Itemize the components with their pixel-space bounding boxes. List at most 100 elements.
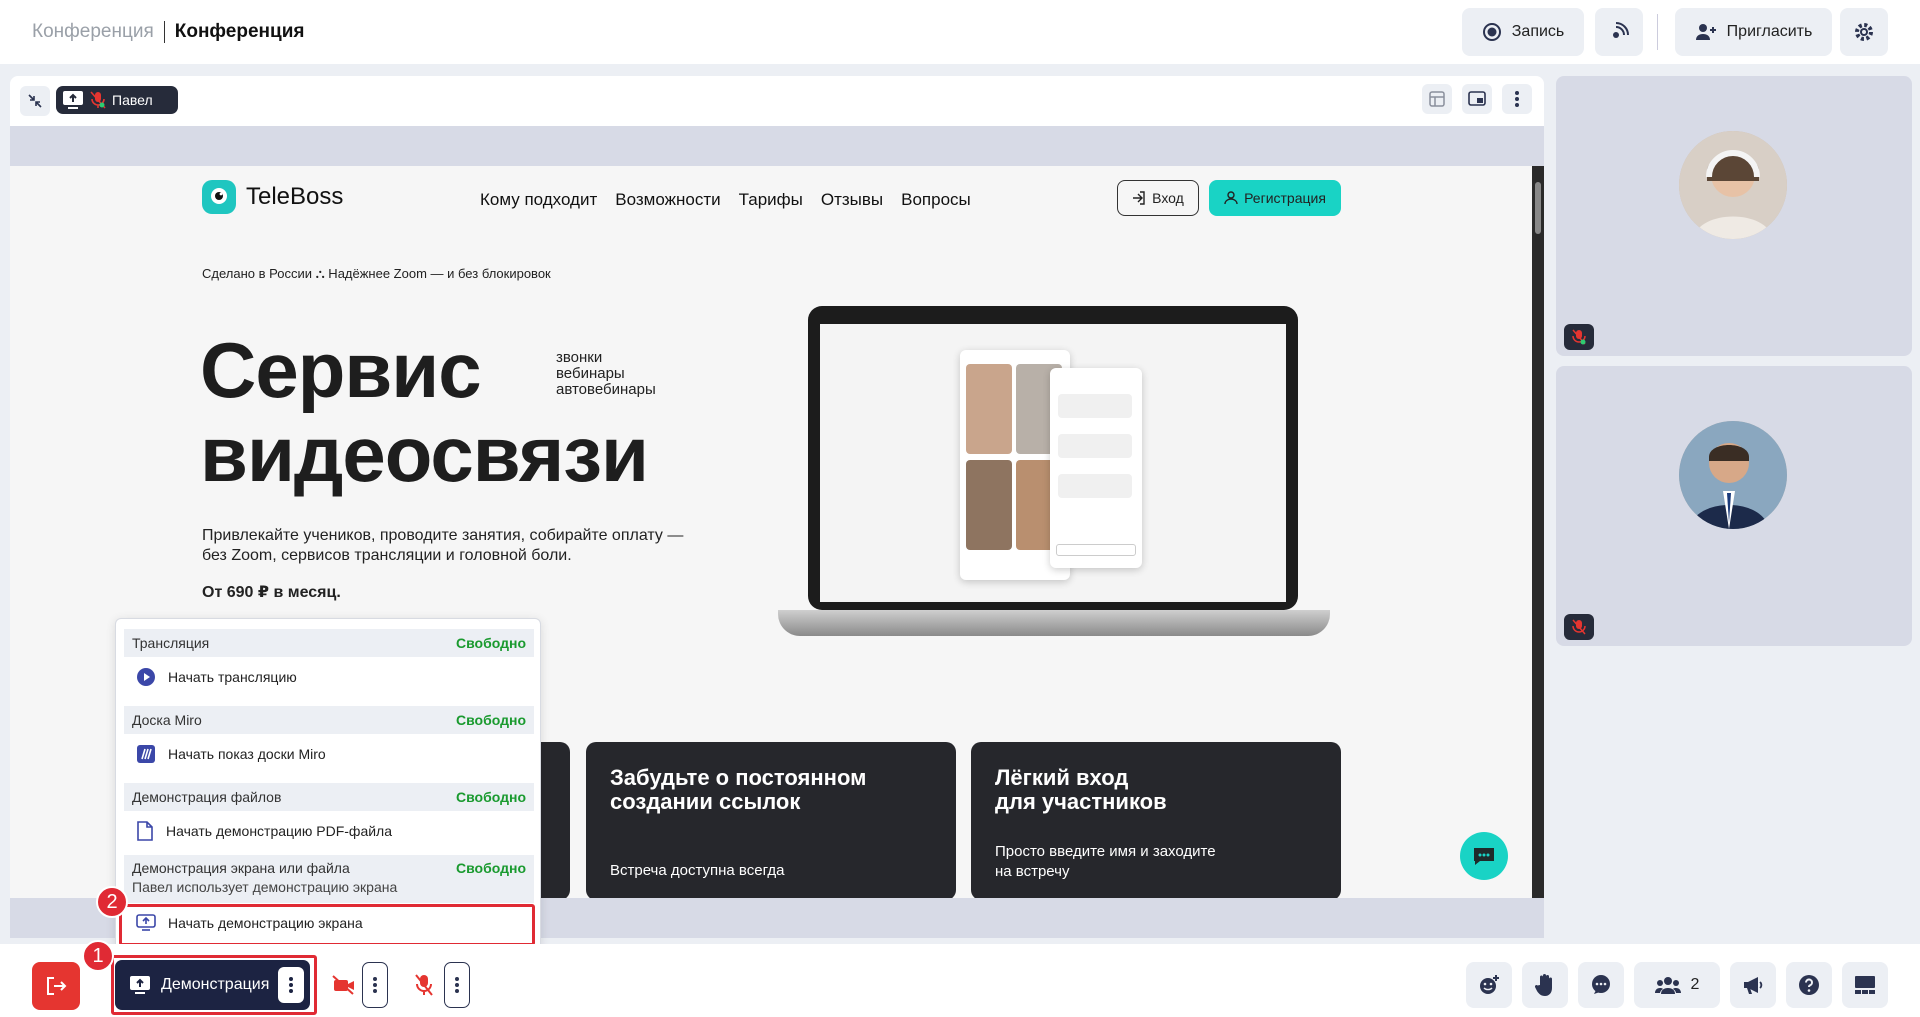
section-title: Доска Miro <box>132 712 202 728</box>
user-icon <box>1224 191 1238 205</box>
login-label: Вход <box>1152 190 1184 206</box>
teleboss-logo-icon <box>202 180 236 214</box>
menu-section-broadcast: Трансляция Свободно <box>124 629 534 657</box>
exit-icon <box>47 977 67 995</box>
help-icon <box>1799 975 1819 995</box>
start-pdf-item[interactable]: Начать демонстрацию PDF-файла <box>124 813 534 849</box>
header-divider <box>1657 14 1658 50</box>
start-broadcast-item[interactable]: Начать трансляцию <box>124 659 534 695</box>
feature-card-links: Забудьте о постоянном создании ссылок Вст… <box>586 742 956 898</box>
logo-text: TeleBoss <box>246 183 344 210</box>
raise-hand-button[interactable] <box>1522 962 1568 1008</box>
play-icon <box>137 668 155 686</box>
chat-button[interactable] <box>1578 962 1624 1008</box>
picture-in-picture-button[interactable] <box>1462 84 1492 114</box>
broadcast-icon <box>1613 22 1629 38</box>
highlight-demonstration-button <box>111 955 317 1015</box>
invite-label: Пригласить <box>1726 23 1813 40</box>
participant-tile[interactable] <box>1556 366 1912 646</box>
megaphone-icon <box>1744 977 1763 994</box>
reactions-button[interactable] <box>1466 962 1512 1008</box>
miro-icon <box>137 745 155 763</box>
shared-scrollbar[interactable] <box>1532 166 1544 898</box>
hero-price: От 690 ₽ в месяц. <box>202 584 341 601</box>
chat-icon <box>1474 848 1494 865</box>
collapse-icon <box>28 94 42 108</box>
tag: автовебинары <box>556 381 656 398</box>
collapse-button[interactable] <box>20 86 50 116</box>
section-status: Свободно <box>456 635 526 651</box>
card-title: для участников <box>995 789 1167 814</box>
site-login-button[interactable]: Вход <box>1117 180 1199 216</box>
announcement-button[interactable] <box>1730 962 1776 1008</box>
hero-tags: звонки вебинары автовебинары <box>556 350 656 398</box>
record-icon <box>1482 23 1501 41</box>
help-button[interactable] <box>1786 962 1832 1008</box>
users-icon <box>1654 977 1681 994</box>
made-in-russia-text: Сделано в России ⛬ Надёжнее Zoom — и без… <box>202 266 551 281</box>
highlight-start-screen-share <box>119 904 535 946</box>
item-label: Начать трансляцию <box>168 669 297 685</box>
breadcrumb-parent[interactable]: Конференция <box>32 21 154 43</box>
avatar <box>1679 421 1787 529</box>
nav-item[interactable]: Тарифы <box>739 190 803 210</box>
camera-options-button[interactable] <box>362 962 388 1008</box>
card-subtitle: на встречу <box>995 863 1070 880</box>
nav-item[interactable]: Вопросы <box>901 190 971 210</box>
leave-button[interactable] <box>32 962 80 1010</box>
start-miro-item[interactable]: Начать показ доски Miro <box>124 736 534 772</box>
section-status: Свободно <box>456 860 526 876</box>
invite-button[interactable]: Пригласить <box>1675 8 1832 56</box>
screen-share-note: Павел использует демонстрацию экрана <box>132 879 398 895</box>
presenter-pill: Павел <box>56 86 178 114</box>
menu-section-miro: Доска Miro Свободно <box>124 706 534 734</box>
laptop-lid <box>808 306 1298 610</box>
pip-icon <box>1468 91 1486 106</box>
card-title: создании ссылок <box>610 789 801 814</box>
microphone-options-button[interactable] <box>444 962 470 1008</box>
nav-item[interactable]: Кому подходит <box>480 190 597 210</box>
demonstration-menu: Трансляция Свободно Начать трансляцию Дос… <box>115 618 541 950</box>
section-title: Демонстрация экрана или файла <box>132 860 350 876</box>
scrollbar-thumb[interactable] <box>1535 182 1541 234</box>
breadcrumb-separator <box>163 21 165 43</box>
kebab-icon <box>1515 91 1519 107</box>
nav-item[interactable]: Возможности <box>615 190 720 210</box>
record-button[interactable]: Запись <box>1462 8 1584 56</box>
section-status: Свободно <box>456 789 526 805</box>
mic-muted-icon <box>415 974 433 996</box>
tag: звонки <box>556 349 603 366</box>
section-title: Демонстрация файлов <box>132 789 282 805</box>
teleboss-logo: TeleBoss <box>202 180 343 214</box>
mic-muted-icon <box>90 91 106 109</box>
presenter-name: Павел <box>112 92 153 108</box>
tile-mic-status <box>1564 614 1594 640</box>
layout-button[interactable] <box>1422 84 1452 114</box>
layout-icon <box>1855 976 1875 994</box>
mic-muted-icon <box>1572 619 1586 635</box>
hero-lead: Привлекайте учеников, проводите занятия,… <box>202 527 684 564</box>
kebab-icon <box>455 977 459 993</box>
share-top-margin <box>10 126 1544 166</box>
card-subtitle: Просто введите имя и заходите <box>995 843 1216 860</box>
laptop-illustration <box>778 306 1330 646</box>
view-layout-button[interactable] <box>1842 962 1888 1008</box>
emoji-icon <box>1480 975 1499 994</box>
site-register-button[interactable]: Регистрация <box>1209 180 1341 216</box>
register-label: Регистрация <box>1244 190 1326 206</box>
nav-item[interactable]: Отзывы <box>821 190 883 210</box>
share-more-button[interactable] <box>1502 84 1532 114</box>
layout-icon <box>1429 91 1445 107</box>
microphone-button[interactable] <box>406 962 442 1008</box>
camera-button[interactable] <box>326 962 362 1008</box>
participant-tile[interactable] <box>1556 76 1912 356</box>
hand-icon <box>1534 974 1552 996</box>
participants-button[interactable]: 2 <box>1634 962 1720 1008</box>
tile-mic-status <box>1564 324 1594 350</box>
site-chat-button[interactable] <box>1460 832 1508 880</box>
stream-button[interactable] <box>1595 8 1643 56</box>
settings-button[interactable] <box>1840 8 1888 56</box>
card-title: Лёгкий вход <box>995 765 1129 790</box>
section-status: Свободно <box>456 712 526 728</box>
item-label: Начать демонстрацию PDF-файла <box>166 823 393 839</box>
